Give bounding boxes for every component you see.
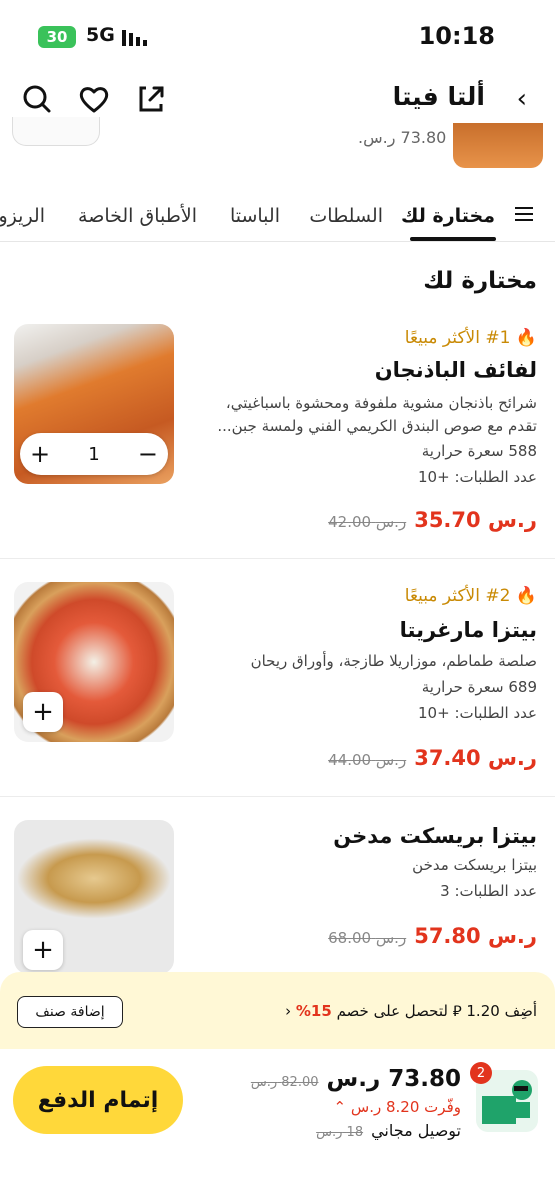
quantity-stepper[interactable]: + 1 − [20,433,168,475]
item-old-price: 68.00 [328,929,372,947]
tab-salads[interactable]: السلطات [309,205,383,227]
item-name: لفائف الباذنجان [374,358,537,382]
clock: 10:18 [418,22,495,50]
plus-icon[interactable]: + [30,440,50,468]
item-old-price: 44.00 [328,751,372,769]
share-icon[interactable] [134,82,168,116]
tab-risotto[interactable]: الريزوتو [0,205,45,227]
tab-pasta[interactable]: الباستا [230,205,280,227]
battery-indicator: 30 [38,26,76,48]
item-price-row: ر.س 35.70 ر.س 42.00 [328,508,537,532]
add-item-button[interactable]: إضافة صنف [17,996,123,1028]
back-icon[interactable]: ‹ [517,84,527,114]
chevron-left-icon: ‹ [285,1002,292,1020]
divider [0,796,555,797]
item-calories: 588 سعرة حرارية [421,442,537,460]
item-desc: صلصة طماطم، موزاريلا طازجة، وأوراق ريحان [250,652,537,670]
cart-count-badge: 2 [470,1062,492,1084]
quantity-value: 1 [88,443,100,465]
search-icon[interactable] [20,82,54,116]
item-name: بيتزا بريسكت مدخن [333,824,537,848]
peek-image [453,123,543,168]
page-title: ألتا فيتا [392,82,485,111]
tab-specials[interactable]: الأطباق الخاصة [78,205,197,227]
delivery-text: توصيل مجاني [371,1121,461,1140]
item-desc: بيتزا بريسكت مدخن [412,856,537,874]
signal-icon [122,30,147,46]
chevron-up-icon: ⌃ [333,1098,347,1116]
minus-icon[interactable]: − [138,440,158,468]
reorder-button[interactable] [12,117,100,146]
network-label: 5G [86,24,115,46]
bestseller-badge: 🔥 ‎#2 الأكثر مبيعًا [404,586,537,606]
promo-text[interactable]: أضِف 1.20 ⃁ لتحصل على خصم 15% ‹ [285,1002,537,1021]
category-tabs: مختارة لك السلطات الباستا الأطباق الخاصة… [0,185,555,242]
menu-item[interactable]: + 1 − 🔥 ‎#1 الأكثر مبيعًا لفائف الباذنجا… [0,320,555,558]
add-item-button[interactable]: + [23,692,63,732]
menu-item[interactable]: + 🔥 ‎#2 الأكثر مبيعًا بيتزا مارغريتا صلص… [0,580,555,794]
bestseller-badge: 🔥 ‎#1 الأكثر مبيعًا [404,328,537,348]
item-price: 35.70 [414,508,481,532]
delivery-row: توصيل مجاني 18 ر.س [316,1121,461,1140]
tab-underline [410,237,496,241]
item-orders: عدد الطلبات: +10 [418,704,537,722]
section-title: مختارة لك [423,268,537,294]
add-item-button[interactable]: + [23,930,63,970]
item-orders: عدد الطلبات: +10 [418,468,537,486]
item-price: 57.80 [414,924,481,948]
item-name: بيتزا مارغريتا [399,618,537,642]
item-desc: شرائح باذنجان مشوية ملفوفة ومحشوة باسباغ… [217,394,537,435]
heart-icon[interactable] [77,82,111,116]
total-row: 73.80 ر.س 82.00 ر.س [250,1066,461,1092]
divider [0,558,555,559]
item-calories: 689 سعرة حرارية [421,678,537,696]
item-old-price: 42.00 [328,513,372,531]
item-orders: عدد الطلبات: 3 [440,882,537,900]
status-bar: 30 5G 10:18 [0,0,555,72]
menu-item[interactable]: + بيتزا بريسكت مدخن بيتزا بريسكت مدخن عد… [0,818,555,974]
tab-for-you[interactable]: مختارة لك [401,205,495,227]
menu-icon[interactable] [515,207,533,225]
total-price: 73.80 [388,1066,461,1092]
item-price-row: ر.س 37.40 ر.س 44.00 [328,746,537,770]
checkout-button[interactable]: إتمام الدفع [13,1066,183,1134]
item-price: 37.40 [414,746,481,770]
savings-text[interactable]: وفّرت 8.20 ر.س ⌃ [334,1098,461,1116]
peek-price: 73.80 ر.س. [358,128,447,147]
item-price-row: ر.س 57.80 ر.س 68.00 [328,924,537,948]
